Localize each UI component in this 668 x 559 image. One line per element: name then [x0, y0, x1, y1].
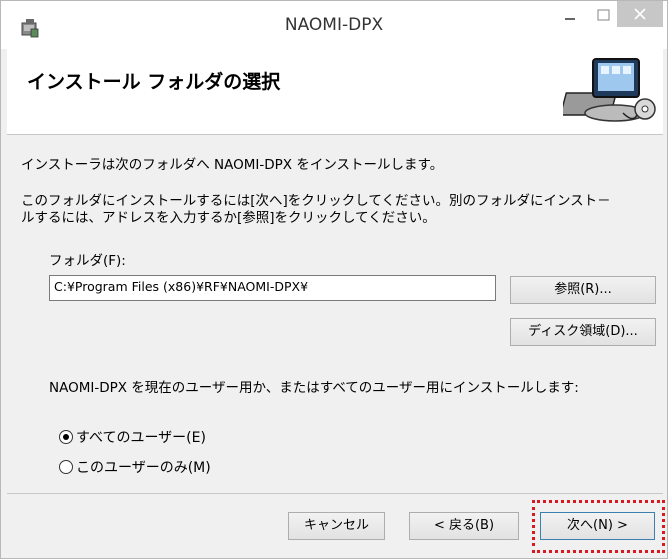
- next-button-highlight: [532, 500, 665, 553]
- maximize-icon[interactable]: [590, 5, 616, 27]
- install-scope-text: NAOMI-DPX を現在のユーザー用か、またはすべてのユーザー用にインストール…: [49, 380, 579, 396]
- installer-window: NAOMI-DPX インストール フォルダの選択 インストーラは次のフォルダへ …: [0, 0, 668, 559]
- disk-space-button[interactable]: ディスク領域(D)...: [510, 318, 656, 346]
- radio-this-user-label: このユーザーのみ(M): [76, 460, 211, 476]
- radio-all-users-indicator[interactable]: [59, 430, 73, 444]
- radio-all-users-label: すべてのユーザー(E): [76, 430, 206, 446]
- instructions-line-2: ルするには、アドレスを入力するか[参照]をクリックしてください。: [21, 210, 436, 226]
- radio-all-users[interactable]: すべてのユーザー(E): [59, 427, 206, 447]
- footer-divider: [7, 493, 663, 494]
- intro-text: インストーラは次のフォルダへ NAOMI-DPX をインストールします。: [21, 157, 444, 173]
- title-bar[interactable]: NAOMI-DPX: [1, 1, 667, 49]
- folder-path-input[interactable]: C:¥Program Files (x86)¥RF¥NAOMI-DPX¥: [49, 275, 496, 301]
- radio-this-user-indicator[interactable]: [59, 460, 73, 474]
- close-icon: [634, 8, 646, 20]
- radio-this-user[interactable]: このユーザーのみ(M): [59, 457, 211, 477]
- browse-button[interactable]: 参照(R)...: [510, 276, 656, 304]
- close-button[interactable]: [617, 1, 663, 27]
- minimize-icon[interactable]: [557, 7, 583, 27]
- page-title: インストール フォルダの選択: [27, 71, 281, 93]
- computer-install-icon: [563, 58, 656, 122]
- back-button[interactable]: < 戻る(B): [409, 512, 519, 540]
- instructions-line-1: このフォルダにインストールするには[次へ]をクリックしてください。別のフォルダに…: [21, 193, 611, 209]
- wizard-header: インストール フォルダの選択: [7, 49, 663, 135]
- cancel-button[interactable]: キャンセル: [288, 512, 385, 540]
- folder-label: フォルダ(F):: [49, 253, 126, 269]
